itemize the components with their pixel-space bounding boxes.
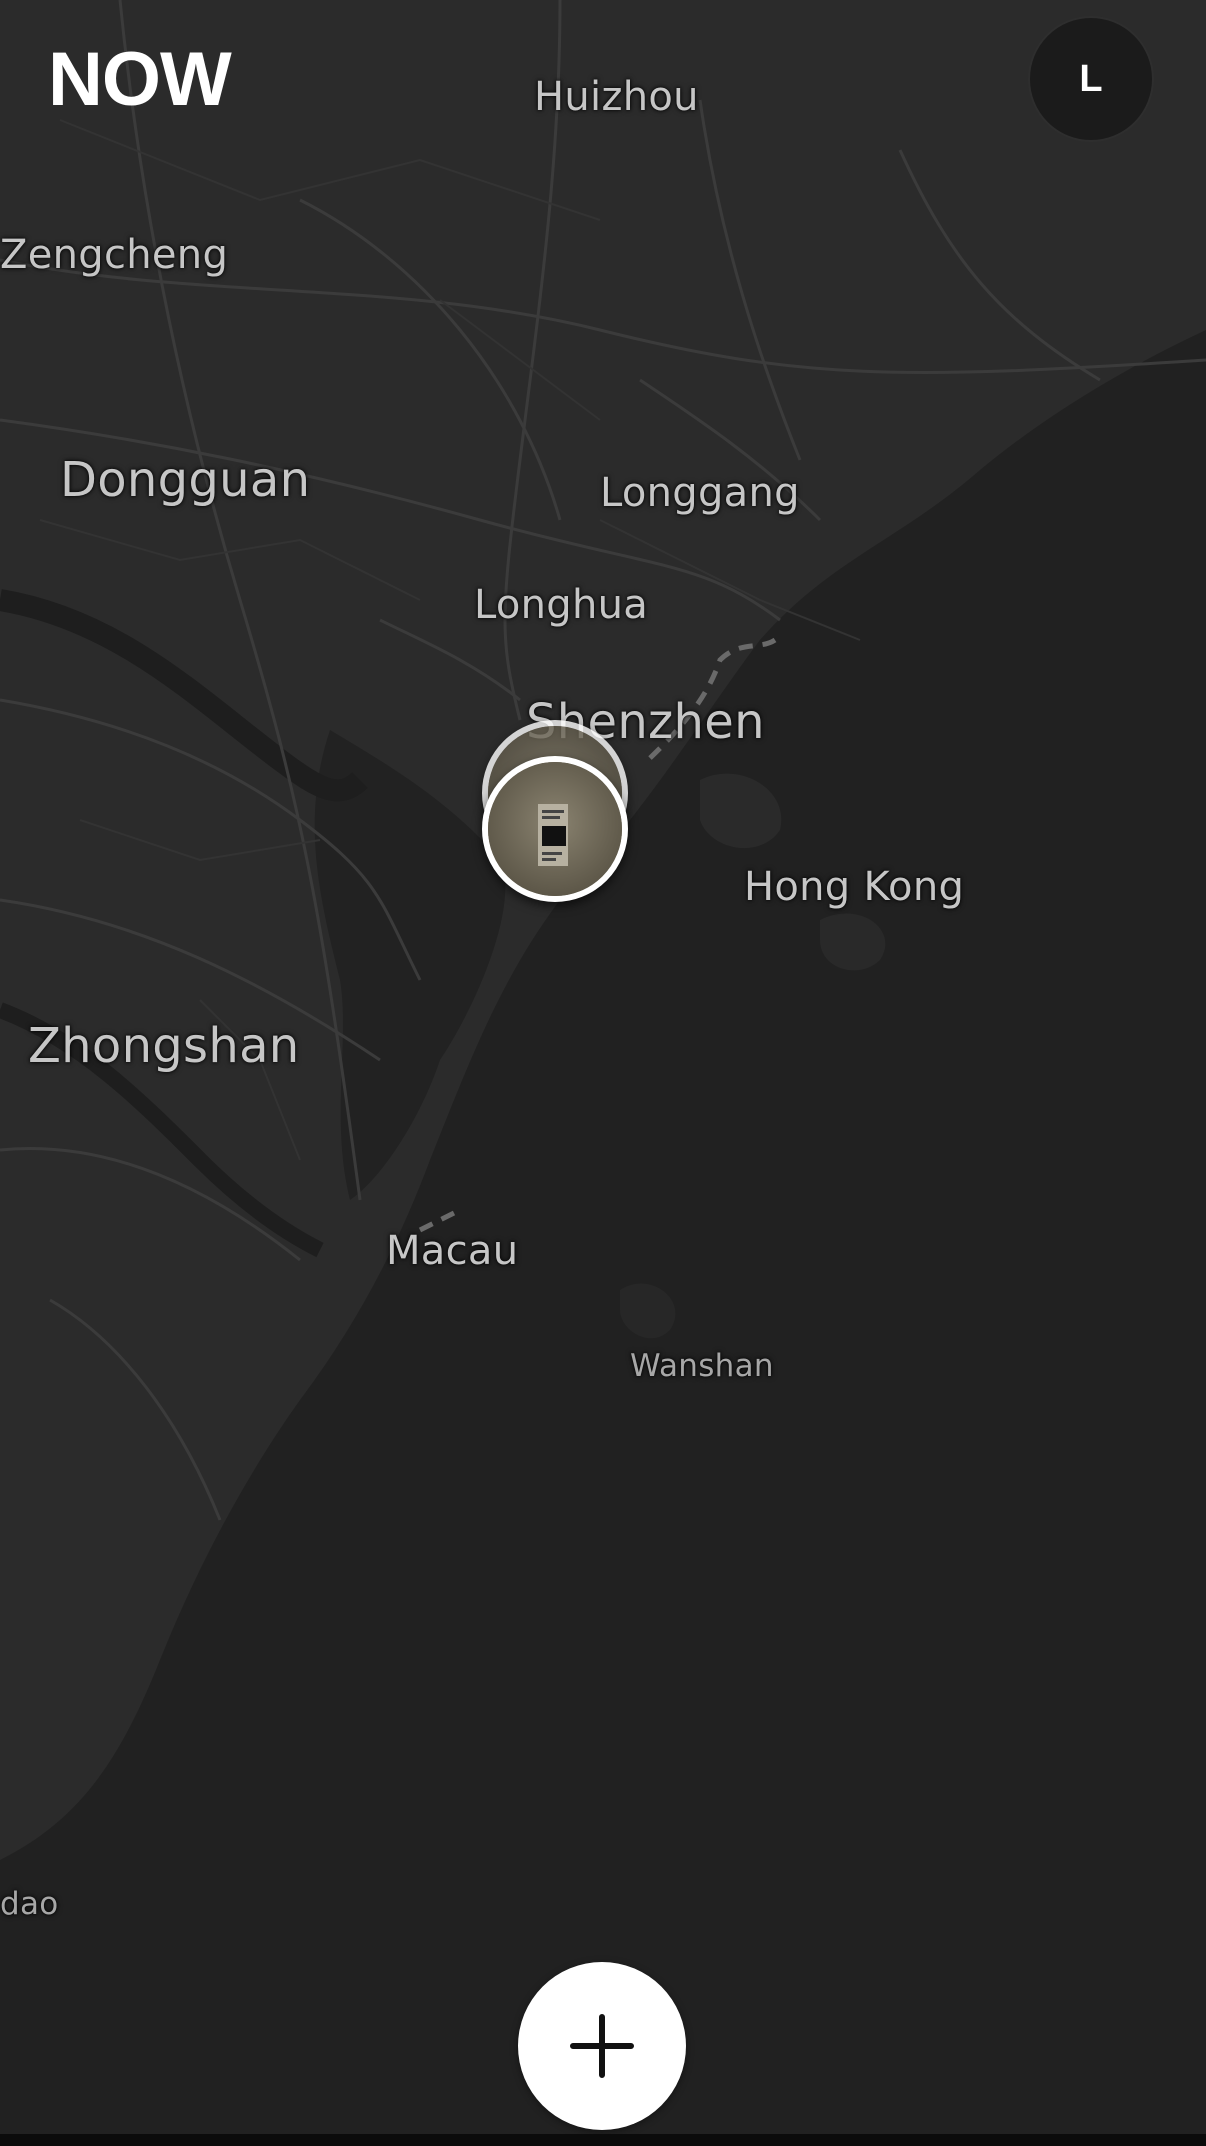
place-label-longgang: Longgang <box>600 470 800 516</box>
profile-initial: L <box>1079 57 1103 100</box>
add-button[interactable] <box>518 1962 686 2130</box>
place-label-zhongshan: Zhongshan <box>28 1018 300 1074</box>
profile-button[interactable]: L <box>1028 16 1154 142</box>
map-view[interactable]: Huizhou Zengcheng Dongguan Longgang Long… <box>0 0 1206 2146</box>
island <box>820 913 886 971</box>
photo-marker-front[interactable] <box>482 756 628 902</box>
bottom-edge-bar <box>0 2134 1206 2146</box>
place-label-longhua: Longhua <box>474 582 649 628</box>
land-mass <box>0 0 1206 1860</box>
border-line <box>418 1207 462 1233</box>
plus-icon <box>570 2014 634 2078</box>
app-title: NOW <box>48 37 232 122</box>
place-label-dao: dao <box>0 1886 59 1922</box>
island <box>620 1283 676 1339</box>
island <box>700 773 782 849</box>
place-label-wanshan: Wanshan <box>630 1348 774 1384</box>
place-label-hong-kong: Hong Kong <box>744 864 965 910</box>
place-label-macau: Macau <box>386 1228 519 1274</box>
place-label-dongguan: Dongguan <box>60 452 311 508</box>
place-label-huizhou: Huizhou <box>534 74 699 120</box>
photo-content <box>538 804 568 866</box>
place-label-zengcheng: Zengcheng <box>0 232 229 278</box>
